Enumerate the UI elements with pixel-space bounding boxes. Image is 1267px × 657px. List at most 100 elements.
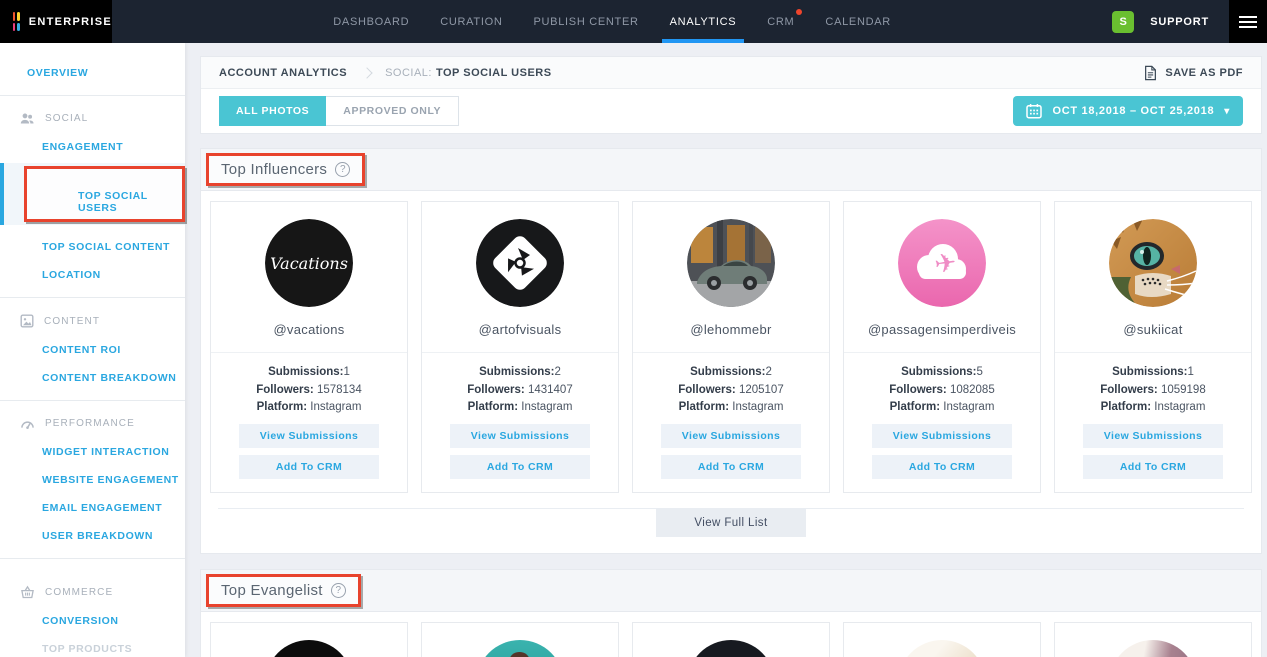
divider [0, 297, 185, 298]
sidebar-item-top-social-users[interactable]: TOP SOCIAL USERS [0, 163, 185, 225]
breadcrumb-section: SOCIAL: [385, 67, 432, 79]
sidebar-item-content-roi[interactable]: CONTENT ROI [42, 344, 185, 356]
followers-stat: Followers: 1578134 [211, 382, 407, 400]
tab-approved-only[interactable]: APPROVED ONLY [326, 96, 459, 126]
date-range-label: OCT 18,2018 – OCT 25,2018 [1052, 105, 1214, 117]
breadcrumb-bar: ACCOUNT ANALYTICS SOCIAL: TOP SOCIAL USE… [201, 57, 1261, 89]
submissions-stat: Submissions:5 [844, 364, 1040, 382]
add-to-crm-button[interactable]: Add To CRM [450, 455, 589, 479]
top-navigation-bar: ENTERPRISE DASHBOARD CURATION PUBLISH CE… [0, 0, 1267, 43]
main-nav: DASHBOARD CURATION PUBLISH CENTER ANALYT… [112, 0, 1112, 43]
platform-stat: Platform: Instagram [211, 399, 407, 417]
picture-icon [20, 314, 34, 328]
annotation-highlight: Top Influencers ? [206, 153, 365, 186]
breadcrumb-account-analytics[interactable]: ACCOUNT ANALYTICS [219, 67, 347, 79]
sidebar-item-location[interactable]: LOCATION [42, 269, 185, 281]
evangelist-card [632, 622, 830, 657]
influencer-cards-grid: Vacations @vacations Submissions:1 Follo… [210, 201, 1252, 493]
view-submissions-button[interactable]: View Submissions [239, 424, 378, 448]
sidebar-item-content-breakdown[interactable]: CONTENT BREAKDOWN [42, 372, 185, 384]
divider [0, 400, 185, 401]
user-handle: @artofvisuals [422, 322, 618, 337]
add-to-crm-button[interactable]: Add To CRM [661, 455, 800, 479]
notification-dot [796, 9, 802, 15]
evangelist-card [210, 622, 408, 657]
top-evangelist-header: Top Evangelist ? [200, 569, 1262, 612]
section-title: Top Influencers [221, 161, 327, 178]
plane-icon: ✈ [933, 248, 959, 281]
avatar [687, 640, 775, 657]
nav-calendar[interactable]: CALENDAR [825, 0, 891, 43]
help-icon[interactable]: ? [331, 583, 346, 598]
brand-name: ENTERPRISE [29, 16, 112, 28]
view-full-list-button[interactable]: View Full List [656, 509, 805, 537]
divider [0, 95, 185, 96]
top-influencers-panel: Vacations @vacations Submissions:1 Follo… [200, 191, 1262, 554]
tab-all-photos[interactable]: ALL PHOTOS [219, 96, 326, 126]
nav-crm[interactable]: CRM [767, 0, 794, 43]
sidebar-item-top-social-content[interactable]: TOP SOCIAL CONTENT [42, 241, 185, 253]
breadcrumb: ACCOUNT ANALYTICS SOCIAL: TOP SOCIAL USE… [219, 67, 552, 79]
sidebar-group-commerce: COMMERCE [20, 585, 185, 599]
evangelist-card [1054, 622, 1252, 657]
user-handle: @vacations [211, 322, 407, 337]
annotation-highlight: Top Evangelist ? [206, 574, 361, 607]
sidebar-item-website-engagement[interactable]: WEBSITE ENGAGEMENT [42, 474, 185, 486]
calendar-icon [1026, 103, 1042, 119]
filter-row: ALL PHOTOS APPROVED ONLY OCT 18,2018 – O… [201, 89, 1261, 133]
sidebar-item-engagement[interactable]: ENGAGEMENT [42, 141, 185, 153]
hamburger-menu-icon[interactable] [1229, 0, 1267, 43]
view-submissions-button[interactable]: View Submissions [1083, 424, 1222, 448]
save-as-pdf-label: SAVE AS PDF [1165, 67, 1243, 79]
sidebar-group-content: CONTENT [20, 314, 185, 328]
list-footer: View Full List [218, 508, 1244, 545]
add-to-crm-button[interactable]: Add To CRM [1083, 455, 1222, 479]
add-to-crm-button[interactable]: Add To CRM [872, 455, 1011, 479]
user-avatar[interactable]: S [1112, 11, 1134, 33]
submissions-stat: Submissions:1 [1055, 364, 1251, 382]
add-to-crm-button[interactable]: Add To CRM [239, 455, 378, 479]
main-content: ACCOUNT ANALYTICS SOCIAL: TOP SOCIAL USE… [200, 56, 1262, 657]
influencer-card: ✈ @passagensimperdiveis Submissions:5 Fo… [843, 201, 1041, 493]
avatar: ✈ [898, 219, 986, 307]
sidebar-item-widget-interaction[interactable]: WIDGET INTERACTION [42, 446, 185, 458]
help-icon[interactable]: ? [335, 162, 350, 177]
submissions-stat: Submissions:2 [633, 364, 829, 382]
nav-curation[interactable]: CURATION [440, 0, 502, 43]
sidebar-group-title: SOCIAL [45, 113, 88, 124]
sidebar-item-top-products: TOP PRODUCTS [42, 643, 185, 655]
view-submissions-button[interactable]: View Submissions [661, 424, 800, 448]
view-submissions-button[interactable]: View Submissions [872, 424, 1011, 448]
save-as-pdf-button[interactable]: SAVE AS PDF [1143, 65, 1243, 81]
platform-stat: Platform: Instagram [1055, 399, 1251, 417]
chevron-down-icon: ▾ [1224, 106, 1230, 117]
influencer-card: @artofvisuals Submissions:2 Followers: 1… [421, 201, 619, 493]
avatar: Vacations [265, 219, 353, 307]
avatar [265, 640, 353, 657]
sidebar-item-overview[interactable]: OVERVIEW [27, 67, 185, 79]
nav-analytics[interactable]: ANALYTICS [670, 0, 737, 43]
nav-publish-center[interactable]: PUBLISH CENTER [533, 0, 638, 43]
header-panel: ACCOUNT ANALYTICS SOCIAL: TOP SOCIAL USE… [200, 56, 1262, 134]
platform-stat: Platform: Instagram [633, 399, 829, 417]
support-link[interactable]: SUPPORT [1150, 16, 1209, 28]
brand-logo[interactable]: ENTERPRISE [0, 0, 112, 43]
sidebar-item-conversion[interactable]: CONVERSION [42, 615, 185, 627]
nav-dashboard[interactable]: DASHBOARD [333, 0, 409, 43]
user-handle: @passagensimperdiveis [844, 322, 1040, 337]
sidebar-item-user-breakdown[interactable]: USER BREAKDOWN [42, 530, 185, 542]
top-evangelist-panel [200, 612, 1262, 657]
gauge-icon [20, 417, 35, 430]
sidebar-group-title: PERFORMANCE [45, 418, 135, 429]
brand-logo-icon [13, 12, 20, 31]
submissions-stat: Submissions:1 [211, 364, 407, 382]
avatar [898, 640, 986, 657]
influencer-card: @sukiicat Submissions:1 Followers: 10591… [1054, 201, 1252, 493]
document-icon [1143, 65, 1158, 81]
view-submissions-button[interactable]: View Submissions [450, 424, 589, 448]
date-range-picker[interactable]: OCT 18,2018 – OCT 25,2018 ▾ [1013, 96, 1243, 126]
sidebar-item-email-engagement[interactable]: EMAIL ENGAGEMENT [42, 502, 185, 514]
followers-stat: Followers: 1082085 [844, 382, 1040, 400]
users-icon [20, 112, 35, 125]
topbar-right: S SUPPORT [1112, 0, 1267, 43]
